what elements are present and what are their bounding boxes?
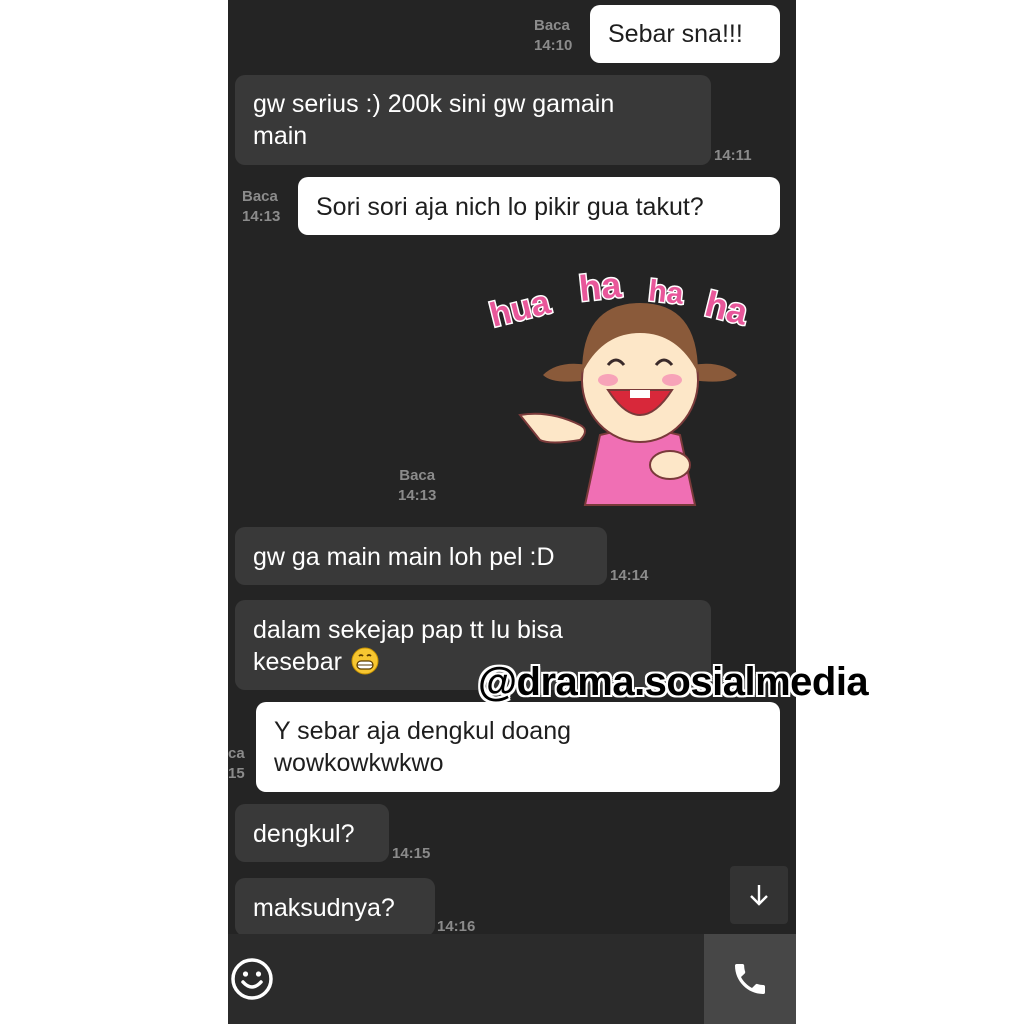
message-time: 14:13 [398, 487, 437, 504]
message-bubble-incoming[interactable]: gw serius :) 200k sini gw gamain main [235, 75, 711, 165]
message-text-line: gw serius :) 200k sini gw gamain [253, 90, 615, 118]
message-time: 14:14 [610, 567, 649, 584]
message-bubble-incoming[interactable]: gw ga main main loh pel :D [235, 527, 607, 585]
message-text: Sori sori aja nich lo pikir gua takut? [316, 193, 704, 221]
message-time: 14:15 [392, 845, 431, 862]
sticker-text: ha [701, 283, 753, 333]
call-button[interactable] [704, 934, 796, 1024]
message-time: 14:13 [242, 208, 281, 225]
message-text: kesebar [253, 648, 342, 676]
scroll-to-bottom-button[interactable] [730, 866, 788, 924]
read-status: Baca [399, 467, 436, 484]
message-bubble-incoming[interactable]: dengkul? [235, 804, 389, 862]
read-status: Baca [242, 188, 278, 205]
read-status: Baca [534, 17, 570, 34]
grinning-face-icon [351, 647, 379, 675]
message-text-line: dalam sekejap pap tt lu bisa [253, 616, 563, 644]
message-meta: Baca 14:10 [534, 16, 572, 56]
watermark-text: @drama.sosialmedia [478, 660, 869, 704]
message-text-line: wowkowkwkwo [274, 749, 444, 777]
read-status: ca [228, 745, 245, 762]
message-text: dengkul? [253, 820, 355, 848]
message-meta: Baca 14:13 [398, 466, 436, 506]
message-bubble-incoming[interactable]: maksudnya? [235, 878, 435, 936]
message-time: 14:10 [534, 37, 573, 54]
message-bubble-outgoing[interactable]: Sori sori aja nich lo pikir gua takut? [298, 177, 780, 235]
emoji-button[interactable] [228, 934, 276, 1024]
message-meta: ca 15 [228, 744, 245, 784]
message-time: 15 [228, 765, 245, 782]
message-text-line: Y sebar aja dengkul doang [274, 717, 571, 745]
smiley-icon [231, 958, 273, 1000]
message-text: gw ga main main loh pel :D [253, 543, 555, 571]
sticker-text: hua [486, 283, 555, 335]
laughing-girl-sticker[interactable]: hua ha ha ha [480, 255, 775, 510]
sticker-text: ha [577, 264, 624, 309]
message-meta: Baca 14:13 [242, 187, 280, 227]
message-bubble-outgoing[interactable]: Y sebar aja dengkul doang wowkowkwkwo [256, 702, 780, 792]
message-time: 14:11 [714, 147, 752, 164]
message-text-line: main [253, 122, 308, 150]
chat-screen: Baca 14:10 Sebar sna!!! gw serius :) 200… [228, 0, 796, 1024]
message-text: Sebar sna!!! [608, 20, 743, 48]
message-bubble-outgoing[interactable]: Sebar sna!!! [590, 5, 780, 63]
phone-icon [735, 964, 765, 994]
message-text: maksudnya? [253, 894, 395, 922]
arrow-down-icon [750, 885, 768, 906]
